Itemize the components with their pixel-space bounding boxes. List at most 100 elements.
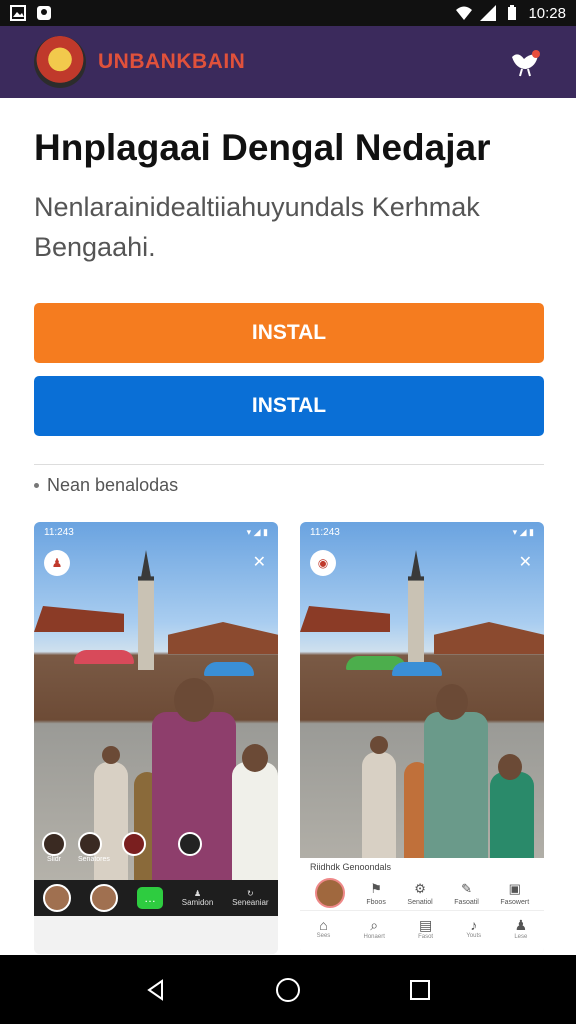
avatar[interactable] [42, 832, 66, 856]
roof [300, 606, 390, 632]
screenshot-1[interactable]: 11:243 ▾ ◢ ▮ ♟ ✕ Slidr Senatores … ♟ Sami… [34, 522, 278, 954]
umbrella [204, 662, 254, 676]
search-icon: ⌕ [370, 917, 379, 933]
crowd [300, 684, 544, 882]
close-icon[interactable]: ✕ [253, 552, 266, 572]
bullet-text: Nean benalodas [47, 474, 179, 495]
home-button[interactable] [268, 970, 308, 1010]
sheet-title: Riidhdk Genoondals [310, 862, 392, 872]
screenshot-system-icons: ▾ ◢ ▮ [512, 526, 534, 537]
screen-icon: ▣ [508, 880, 521, 896]
umbrella [392, 662, 442, 676]
action-item[interactable]: ⚑ Fboos [366, 881, 385, 906]
nav-messages[interactable]: ▤ Fasot [418, 917, 433, 940]
avatar[interactable] [43, 884, 72, 912]
screenshot-status-bar: 11:243 ▾ ◢ ▮ [34, 522, 278, 542]
temple-tower [408, 550, 424, 670]
nav-label: Fasot [418, 934, 434, 940]
screenshot-time: 11:243 [44, 526, 74, 538]
person [232, 762, 278, 882]
screenshot-nav: ⌂ Sees ⌕ Honaert ▤ Fasot ♪ Youts ♟ Lese [300, 910, 544, 940]
roof [168, 622, 278, 654]
hen-icon[interactable] [508, 47, 542, 77]
person-head [102, 746, 120, 764]
page-title: Hnplagaai Dengal Nedajar [34, 127, 491, 168]
avatar[interactable] [177, 832, 202, 856]
action-row: ⚑ Fboos ⚙ Senatiol ✎ Fasoatil ▣ Fasowert [300, 876, 544, 910]
person-head [436, 684, 468, 720]
screenshot-time: 11:243 [310, 526, 340, 538]
avatar-label: Senatores [78, 856, 110, 863]
tab-label: Samidon [181, 898, 214, 907]
avatar-row: Slidr Senatores [42, 832, 202, 863]
app-badge-icon: ♟ [44, 550, 70, 576]
tab-label: Seneaniar [232, 898, 269, 907]
roof [34, 606, 124, 632]
message-icon: ▤ [418, 917, 433, 933]
music-icon: ♪ [470, 917, 478, 933]
status-time: 10:28 [528, 4, 566, 22]
action-label: Senatiol [407, 898, 433, 906]
action-label: Fboos [366, 898, 386, 906]
screenshot-footer [34, 916, 278, 954]
recents-icon [410, 979, 430, 1000]
divider [34, 463, 544, 465]
nav-music[interactable]: ♪ Youts [466, 917, 481, 940]
pencil-icon: ✎ [461, 880, 472, 896]
person [94, 762, 128, 882]
bullet-dot [34, 482, 39, 488]
nav-label: Youts [466, 933, 482, 939]
app-bar: UNBANKBAIN [0, 26, 576, 98]
main-content: Hnplagaai Dengal Nedajar Nenlarainidealt… [34, 98, 544, 496]
back-icon [147, 978, 163, 1001]
refresh-tab[interactable]: ↻ Seneaniar [232, 889, 268, 907]
face-icon [37, 6, 51, 20]
settings-icon: ⚙ [414, 880, 426, 896]
home-circle-icon [276, 977, 300, 1002]
install-button-secondary[interactable]: INSTAL [34, 375, 544, 436]
avatar-label: Slidr [46, 856, 61, 863]
flag-icon: ⚑ [370, 880, 382, 896]
screenshot-bottom-sheet: Riidhdk Genoondals ⚑ Fboos ⚙ Senatiol ✎ Fas… [300, 858, 544, 954]
screenshot-2[interactable]: 11:243 ▾ ◢ ▮ ◉ ✕ Riidhdk Genoondals ⚑ Fbo… [300, 522, 544, 954]
gallery-icon [10, 5, 26, 21]
home-icon: ⌂ [319, 917, 328, 933]
roof [434, 622, 544, 654]
feature-bullet: Nean benalodas [34, 475, 544, 496]
profile-tab[interactable]: ♟ Samidon [182, 889, 214, 907]
app-description: Nenlarainidealtiiahuyundals Kerhmak Beng… [34, 192, 480, 262]
nav-search[interactable]: ⌕ Honaert [364, 917, 385, 940]
back-button[interactable] [136, 970, 176, 1010]
action-item[interactable]: ⚙ Senatiol [407, 881, 432, 906]
screenshot-system-icons: ▾ ◢ ▮ [246, 526, 268, 537]
status-bar: 10:28 [0, 0, 576, 26]
brand-title: UNBANKBAIN [98, 50, 246, 73]
nav-label: Lese [514, 934, 528, 940]
screenshot-status-bar: 11:243 ▾ ◢ ▮ [300, 522, 544, 542]
action-item[interactable]: ✎ Fasoatil [454, 881, 479, 906]
wifi-icon [456, 6, 473, 20]
person-head [242, 744, 268, 772]
install-button-primary[interactable]: INSTAL [34, 302, 544, 363]
person-head [370, 736, 388, 754]
chat-icon[interactable]: … [136, 887, 163, 909]
nav-profile[interactable]: ♟ Lese [514, 917, 527, 940]
avatar[interactable] [314, 878, 345, 908]
nav-home[interactable]: ⌂ Sees [317, 917, 331, 940]
person-head [498, 754, 522, 780]
system-nav-bar [0, 955, 576, 1024]
screenshot-gallery[interactable]: 11:243 ▾ ◢ ▮ ♟ ✕ Slidr Senatores … ♟ Sami… [34, 522, 544, 954]
recents-button[interactable] [400, 970, 440, 1010]
nav-label: Sees [316, 933, 331, 939]
garuda-emblem-icon [34, 36, 86, 88]
avatar[interactable] [121, 832, 146, 856]
action-label: Fasoatil [454, 898, 479, 906]
village-photo [34, 522, 278, 882]
signal-icon [480, 5, 497, 21]
nav-label: Honaert [363, 934, 385, 940]
close-icon[interactable]: ✕ [519, 552, 532, 572]
action-item[interactable]: ▣ Fasowert [500, 881, 529, 906]
avatar[interactable] [90, 884, 119, 912]
app-badge-icon: ◉ [310, 550, 336, 576]
avatar[interactable] [78, 832, 102, 856]
